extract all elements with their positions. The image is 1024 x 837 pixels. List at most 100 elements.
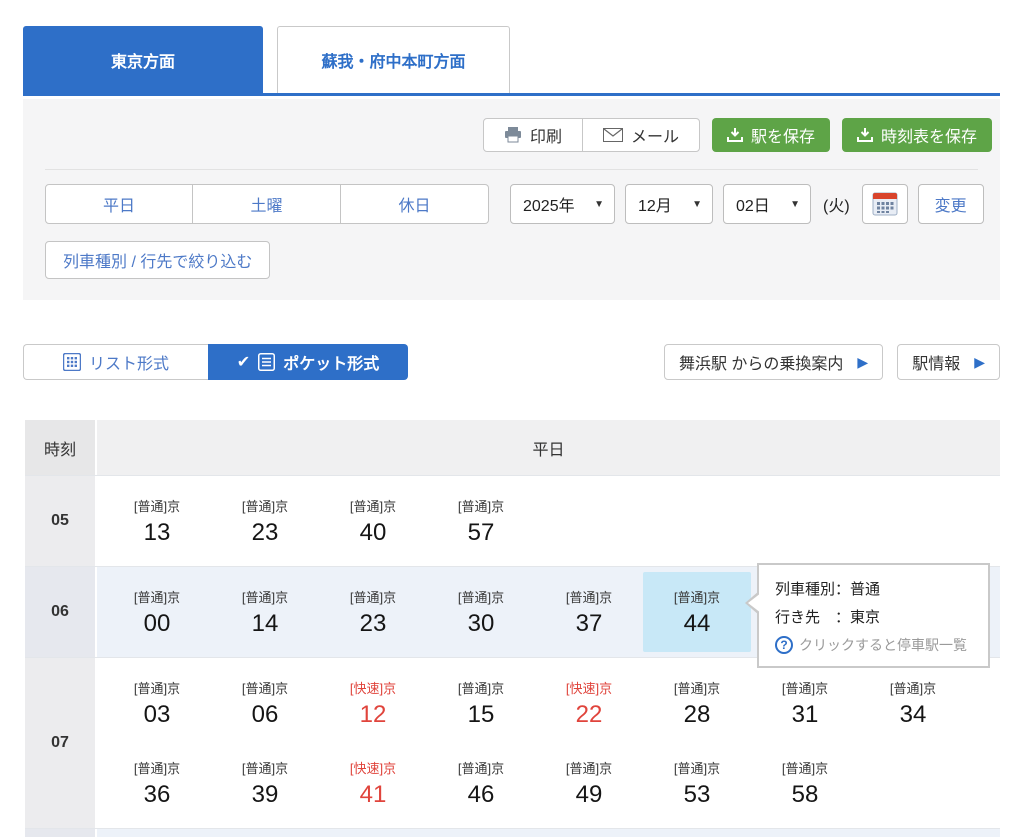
tooltip-help-row[interactable]: ? クリックすると停車駅一覧 bbox=[775, 635, 974, 655]
train-cell-05-23[interactable]: [普通]京23 bbox=[211, 481, 319, 561]
train-cell-06-14[interactable]: [普通]京14 bbox=[211, 572, 319, 652]
print-button[interactable]: 印刷 bbox=[484, 119, 582, 151]
train-cell-07-22[interactable]: [快速]京22 bbox=[535, 663, 643, 743]
train-minute: 12 bbox=[360, 701, 387, 729]
hour-label: 06 bbox=[25, 567, 97, 657]
train-cell-05-57[interactable]: [普通]京57 bbox=[427, 481, 535, 561]
timetable-header: 時刻 平日 bbox=[25, 420, 1000, 475]
train-type-label: [普通]京 bbox=[242, 587, 288, 606]
train-type-label: [普通]京 bbox=[134, 496, 180, 515]
pocket-view-button[interactable]: ✔ ポケット形式 bbox=[208, 344, 408, 380]
train-cell-05-13[interactable]: [普通]京 13 bbox=[103, 481, 211, 561]
train-type-label: [普通]京 bbox=[674, 587, 720, 606]
train-cell-05-40[interactable]: [普通]京40 bbox=[319, 481, 427, 561]
train-minute: 22 bbox=[576, 701, 603, 729]
tab-tokyo-label: 東京方面 bbox=[111, 48, 175, 72]
hour-label: 05 bbox=[25, 476, 97, 566]
tab-soga-fuchu-direction[interactable]: 蘇我・府中本町方面 bbox=[277, 26, 510, 93]
train-cell-07-06[interactable]: [普通]京06 bbox=[211, 663, 319, 743]
train-line: [普通]京36[普通]京39[快速]京41[普通]京46[普通]京49[普通]京… bbox=[103, 743, 1000, 823]
tooltip-train-type: 列車種別：普通 bbox=[775, 576, 974, 604]
month-value: 12月 bbox=[638, 192, 672, 216]
station-info-label: 駅情報 bbox=[912, 350, 960, 374]
list-view-button[interactable]: リスト形式 bbox=[23, 344, 208, 380]
control-panel: 印刷 メール 駅を保存 bbox=[23, 99, 1000, 300]
train-cell-07-31[interactable]: [普通]京31 bbox=[751, 663, 859, 743]
save-timetable-label: 時刻表を保存 bbox=[881, 123, 977, 147]
view-row: リスト形式 ✔ ポケット形式 舞浜駅 からの乗換案内 ▶ 駅情報 ▶ bbox=[23, 344, 1000, 380]
toolbar: 印刷 メール 駅を保存 bbox=[23, 99, 1000, 152]
tab-soga-label: 蘇我・府中本町方面 bbox=[321, 48, 465, 72]
train-minute: 00 bbox=[144, 610, 171, 638]
train-cell-06-37[interactable]: [普通]京37 bbox=[535, 572, 643, 652]
train-minute: 37 bbox=[576, 610, 603, 638]
train-minute: 28 bbox=[684, 701, 711, 729]
month-select[interactable]: 12月 ▼ bbox=[625, 184, 713, 224]
save-station-button[interactable]: 駅を保存 bbox=[712, 118, 830, 152]
train-cell-07-34[interactable]: [普通]京34 bbox=[859, 663, 967, 743]
help-icon: ? bbox=[775, 636, 793, 654]
train-type-filter-button[interactable]: 列車種別 / 行先で絞り込む bbox=[45, 241, 270, 279]
train-type-label: [普通]京 bbox=[458, 587, 504, 606]
train-cell-07-53[interactable]: [普通]京53 bbox=[643, 743, 751, 823]
train-cell-07-28[interactable]: [普通]京28 bbox=[643, 663, 751, 743]
hour-label: 07 bbox=[25, 658, 97, 828]
train-type-label: [普通]京 bbox=[242, 678, 288, 697]
download-icon bbox=[857, 128, 873, 143]
timetable-row-08: 08 bbox=[25, 828, 1000, 837]
print-label: 印刷 bbox=[530, 123, 562, 147]
train-cell-07-46[interactable]: [普通]京46 bbox=[427, 743, 535, 823]
calendar-button[interactable] bbox=[862, 184, 908, 224]
station-links: 舞浜駅 からの乗換案内 ▶ 駅情報 ▶ bbox=[664, 344, 1000, 380]
train-cell-06-30[interactable]: [普通]京30 bbox=[427, 572, 535, 652]
train-minute: 13 bbox=[144, 519, 171, 547]
train-cell-06-00[interactable]: [普通]京00 bbox=[103, 572, 211, 652]
change-button[interactable]: 変更 bbox=[918, 184, 984, 224]
weekday-filter-button[interactable]: 平日 bbox=[45, 184, 193, 224]
day-type-header: 平日 bbox=[97, 420, 1000, 475]
train-cell-06-23[interactable]: [普通]京23 bbox=[319, 572, 427, 652]
train-minute: 58 bbox=[792, 781, 819, 809]
tooltip-destination: 行き先 ：東京 bbox=[775, 604, 974, 632]
train-minute: 44 bbox=[684, 610, 711, 638]
direction-tabs: 東京方面 蘇我・府中本町方面 bbox=[23, 28, 1000, 96]
day-value: 02日 bbox=[736, 192, 770, 216]
save-station-label: 駅を保存 bbox=[751, 123, 815, 147]
train-cell-07-58[interactable]: [普通]京 58 bbox=[751, 743, 859, 823]
train-cell-07-12[interactable]: [快速]京12 bbox=[319, 663, 427, 743]
chevron-down-icon: ▼ bbox=[790, 199, 800, 210]
view-toggle-group: リスト形式 ✔ ポケット形式 bbox=[23, 344, 408, 380]
train-type-label: [普通]京 bbox=[782, 758, 828, 777]
train-cell-07-03[interactable]: [普通]京03 bbox=[103, 663, 211, 743]
row-trains: [普通]京03[普通]京06[快速]京12[普通]京15[快速]京22[普通]京… bbox=[97, 658, 1000, 828]
save-timetable-button[interactable]: 時刻表を保存 bbox=[842, 118, 992, 152]
mail-icon bbox=[603, 128, 623, 142]
train-minute: 03 bbox=[144, 701, 171, 729]
train-cell-07-36[interactable]: [普通]京36 bbox=[103, 743, 211, 823]
station-info-button[interactable]: 駅情報 ▶ bbox=[897, 344, 1000, 380]
train-cell-07-15[interactable]: [普通]京15 bbox=[427, 663, 535, 743]
train-cell-07-39[interactable]: [普通]京39 bbox=[211, 743, 319, 823]
holiday-filter-button[interactable]: 休日 bbox=[341, 184, 489, 224]
arrow-right-icon: ▶ bbox=[857, 354, 868, 371]
tab-tokyo-direction[interactable]: 東京方面 bbox=[23, 26, 263, 93]
train-type-label: [普通]京 bbox=[890, 678, 936, 697]
train-minute: 49 bbox=[576, 781, 603, 809]
transfer-guide-button[interactable]: 舞浜駅 からの乗換案内 ▶ bbox=[664, 344, 883, 380]
timetable-row-05: 05 [普通]京 13 [普通]京23[普通]京40[普通]京57 bbox=[25, 475, 1000, 566]
year-select[interactable]: 2025年 ▼ bbox=[510, 184, 615, 224]
date-controls: 平日 土曜 休日 2025年 ▼ 12月 ▼ 02日 bbox=[45, 184, 1000, 224]
arrow-right-icon: ▶ bbox=[974, 354, 985, 371]
mail-button[interactable]: メール bbox=[582, 119, 699, 151]
train-cell-07-41[interactable]: [快速]京41 bbox=[319, 743, 427, 823]
chevron-down-icon: ▼ bbox=[594, 199, 604, 210]
print-mail-group: 印刷 メール bbox=[483, 118, 700, 152]
date-area: 2025年 ▼ 12月 ▼ 02日 ▼ (火) bbox=[510, 184, 984, 224]
tooltip-help-text: クリックすると停車駅一覧 bbox=[799, 635, 967, 655]
saturday-filter-button[interactable]: 土曜 bbox=[193, 184, 341, 224]
day-select[interactable]: 02日 ▼ bbox=[723, 184, 811, 224]
train-cell-06-44[interactable]: [普通]京 44 bbox=[643, 572, 751, 652]
hour-column-header: 時刻 bbox=[25, 420, 97, 475]
train-cell-07-49[interactable]: [普通]京49 bbox=[535, 743, 643, 823]
train-minute: 15 bbox=[468, 701, 495, 729]
